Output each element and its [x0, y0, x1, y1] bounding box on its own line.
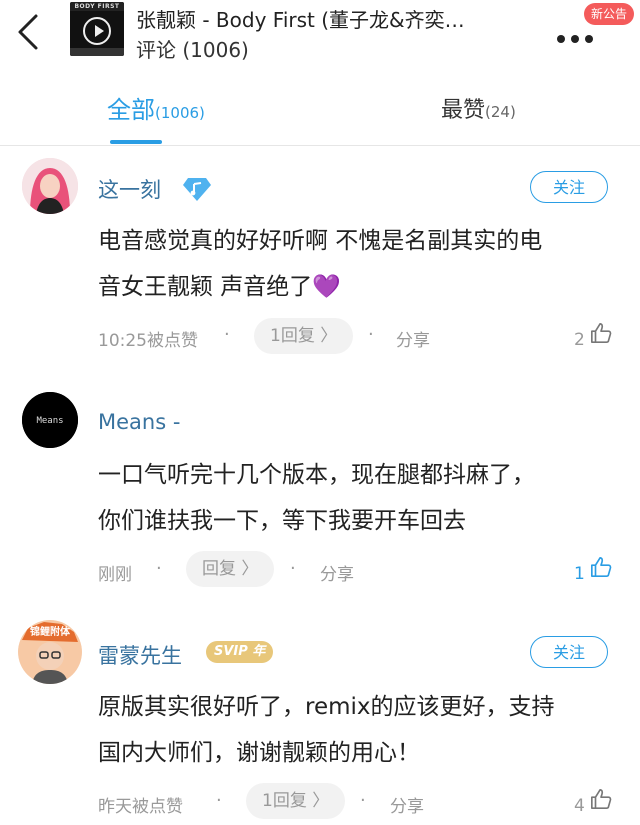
tab-all-count: (1006): [155, 104, 205, 122]
comments-count-title: 评论 (1006): [136, 38, 249, 62]
divider: [0, 145, 640, 146]
follow-button[interactable]: 关注: [530, 171, 608, 203]
thumbs-up-icon[interactable]: [590, 322, 612, 344]
like-count: 2: [574, 330, 585, 350]
tab-hot-count: (24): [485, 103, 516, 121]
share-button[interactable]: 分享: [320, 560, 354, 585]
avatar[interactable]: [22, 158, 78, 214]
share-button[interactable]: 分享: [390, 792, 424, 817]
comment-time: 昨天被点赞: [98, 797, 183, 817]
tab-hot-label: 最赞: [441, 98, 486, 123]
thumbs-up-icon[interactable]: [590, 788, 612, 810]
more-options-icon[interactable]: [557, 28, 601, 43]
follow-button[interactable]: 关注: [530, 636, 608, 668]
share-button[interactable]: 分享: [396, 326, 430, 351]
reply-button[interactable]: 1回复 〉: [254, 318, 354, 354]
username[interactable]: 雷蒙先生: [98, 640, 182, 670]
separator-dot: ·: [156, 558, 162, 579]
svip-badge: SVIP 年: [206, 641, 274, 663]
comment-line: 电音感觉真的好好听啊 不愧是名副其实的电: [98, 228, 543, 254]
cover-title: BODY FIRST: [70, 2, 124, 11]
diamond-vip-icon: [183, 178, 211, 201]
avatar[interactable]: 锦鲤附体: [18, 620, 82, 684]
avatar[interactable]: Means: [22, 392, 78, 448]
play-icon[interactable]: [83, 17, 111, 45]
new-notice-badge[interactable]: 新公告: [584, 3, 635, 25]
separator-dot: ·: [360, 790, 366, 811]
avatar-label: Means: [36, 416, 63, 426]
reply-button[interactable]: 回复 〉: [186, 551, 275, 587]
avatar-label: 锦鲤附体: [30, 625, 71, 638]
tab-all[interactable]: 全部(1006): [107, 90, 205, 125]
username[interactable]: Means -: [98, 410, 180, 434]
separator-dot: ·: [368, 324, 374, 345]
comment-text: 原版其实很好听了，remix的应该更好，支持 国内大师们，谢谢靓颖的用心！: [98, 684, 623, 776]
tab-active-indicator: [110, 140, 162, 144]
separator-dot: ·: [290, 558, 296, 579]
separator-dot: ·: [216, 790, 222, 811]
song-title: 张靓颖 - Body First (董子龙&齐奕…: [136, 8, 465, 32]
comment-time: 刚刚: [98, 565, 132, 585]
like-count: 1: [574, 564, 585, 584]
comment-line: 国内大师们，谢谢靓颖的用心！: [98, 740, 420, 766]
comment-text: 电音感觉真的好好听啊 不愧是名副其实的电 音女王靓颖 声音绝了💜: [98, 218, 623, 310]
comment-line: 音女王靓颖 声音绝了💜: [98, 274, 341, 300]
comment-line: 你们谁扶我一下，等下我要开车回去: [98, 508, 466, 534]
like-count: 4: [574, 796, 585, 816]
comment-text: 一口气听完十几个版本，现在腿都抖麻了， 你们谁扶我一下，等下我要开车回去: [98, 452, 623, 544]
comment-line: 原版其实很好听了，remix的应该更好，支持: [98, 694, 555, 720]
back-arrow-icon[interactable]: [14, 12, 44, 52]
tab-all-label: 全部: [107, 96, 155, 124]
comment-time: 10:25被点赞: [98, 331, 198, 351]
tab-most-liked[interactable]: 最赞(24): [441, 92, 516, 124]
album-cover[interactable]: BODY FIRST: [70, 2, 124, 56]
username[interactable]: 这一刻: [98, 174, 161, 204]
reply-button[interactable]: 1回复 〉: [246, 783, 346, 819]
comment-line: 一口气听完十几个版本，现在腿都抖麻了，: [98, 462, 535, 488]
thumbs-up-icon[interactable]: [590, 556, 612, 578]
separator-dot: ·: [224, 324, 230, 345]
